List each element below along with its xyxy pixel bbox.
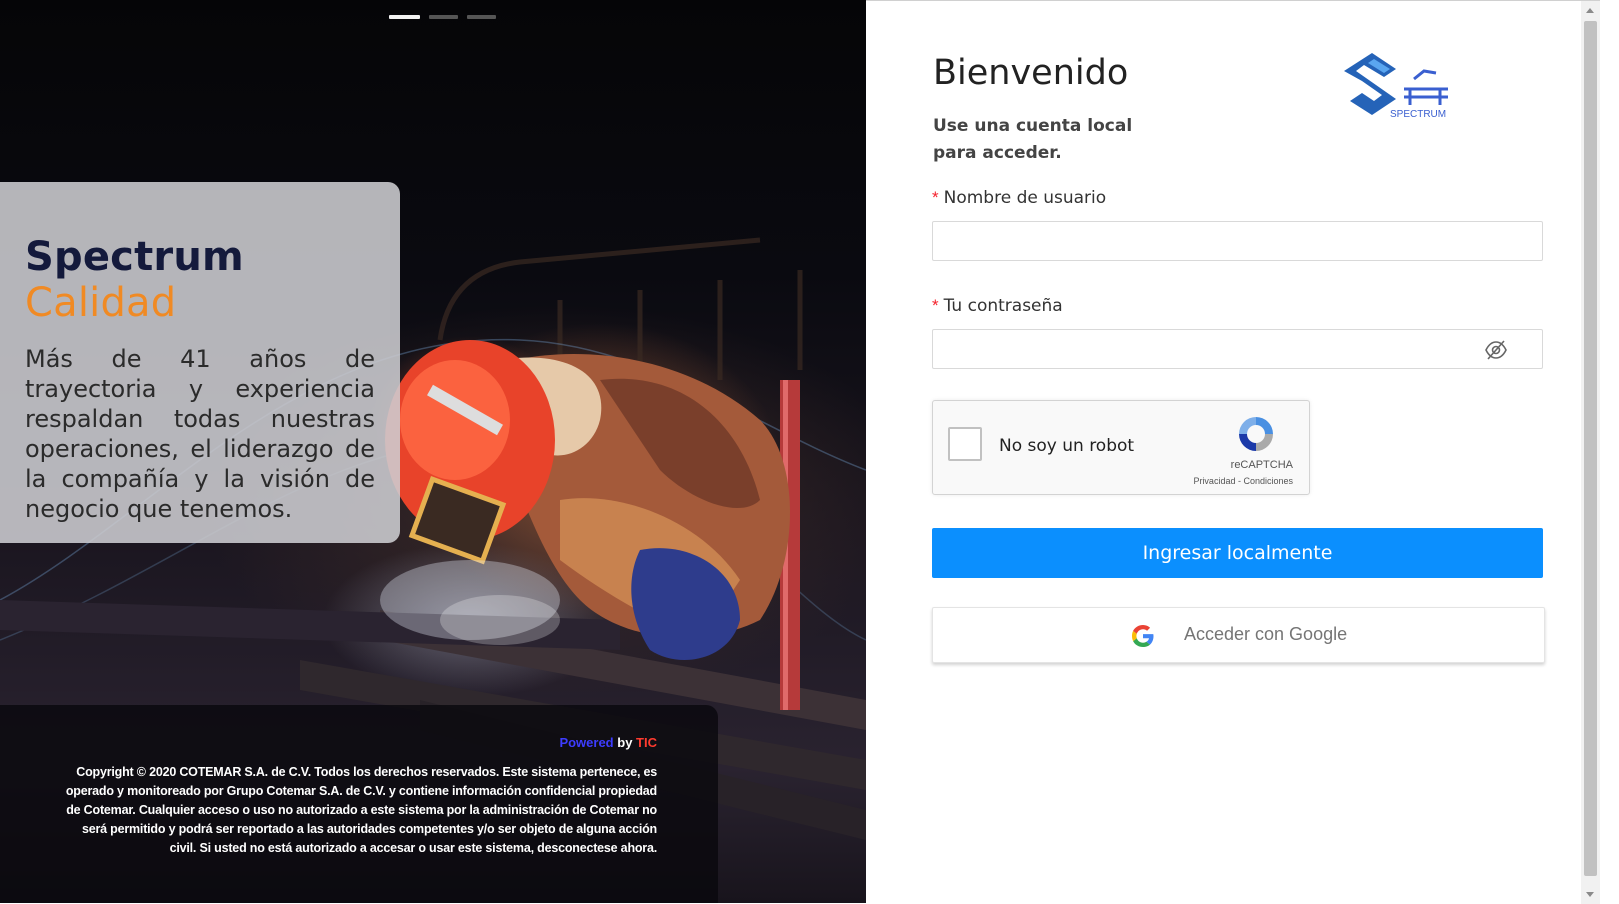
scroll-up-icon[interactable] [1586, 8, 1594, 13]
google-signin-button[interactable]: Acceder con Google [932, 607, 1545, 663]
carousel-dot-1[interactable] [389, 15, 420, 19]
promo-title-accent: Calidad [25, 280, 177, 326]
tic-text: TIC [636, 735, 657, 750]
vertical-scrollbar[interactable] [1581, 1, 1600, 904]
promo-card: Spectrum Calidad Más de 41 años de traye… [0, 182, 400, 543]
hero-carousel: Spectrum Calidad Más de 41 años de traye… [0, 0, 866, 903]
spectrum-logo: SPECTRUM [1344, 53, 1448, 120]
password-input[interactable] [932, 329, 1543, 369]
recaptcha-widget: No soy un robot reCAPTCHA Privacidad - C… [932, 400, 1310, 495]
carousel-dot-3[interactable] [467, 15, 496, 19]
login-subtitle: Use una cuenta local para acceder. [933, 116, 1133, 163]
username-input[interactable] [932, 221, 1543, 261]
carousel-dot-2[interactable] [429, 15, 458, 19]
scroll-down-icon[interactable] [1586, 892, 1594, 897]
scroll-thumb[interactable] [1584, 21, 1597, 876]
carousel-indicators [389, 15, 496, 19]
svg-text:SPECTRUM: SPECTRUM [1390, 109, 1446, 120]
required-mark: * [932, 296, 939, 315]
username-label-text: Nombre de usuario [943, 188, 1107, 208]
powered-by: Powered by TIC [60, 735, 657, 750]
recaptcha-icon [1239, 417, 1273, 451]
required-mark: * [932, 188, 939, 207]
recaptcha-checkbox[interactable] [948, 427, 982, 461]
login-submit-button[interactable]: Ingresar localmente [932, 528, 1543, 578]
copyright-notice: Copyright © 2020 COTEMAR S.A. de C.V. To… [65, 765, 657, 855]
legal-footer: Powered by TIC Copyright © 2020 COTEMAR … [0, 705, 718, 903]
promo-title: Spectrum Calidad [25, 234, 375, 326]
username-label: * Nombre de usuario [932, 188, 1106, 208]
recaptcha-links[interactable]: Privacidad - Condiciones [1193, 476, 1293, 486]
eye-slash-icon[interactable] [1484, 339, 1508, 361]
page-title: Bienvenido [933, 53, 1129, 93]
login-panel: Bienvenido Use una cuenta local para acc… [866, 0, 1600, 904]
promo-title-main: Spectrum [25, 234, 244, 280]
powered-text: Powered [559, 735, 614, 750]
google-icon [1132, 625, 1154, 647]
by-text: by [617, 735, 633, 750]
recaptcha-label: No soy un robot [999, 436, 1135, 456]
recaptcha-brand: reCAPTCHA [1230, 459, 1293, 471]
password-label: * Tu contraseña [932, 296, 1063, 316]
promo-description: Más de 41 años de trayectoria y experien… [25, 345, 375, 523]
password-label-text: Tu contraseña [943, 296, 1063, 316]
google-signin-label: Acceder con Google [1184, 624, 1348, 644]
